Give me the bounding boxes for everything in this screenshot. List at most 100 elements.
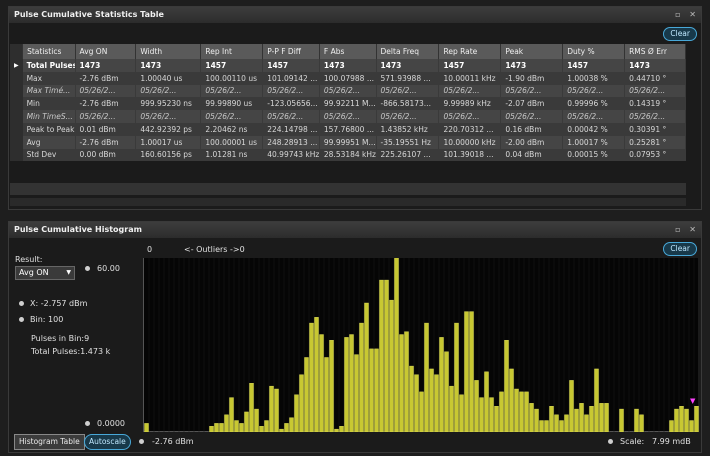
table-row[interactable]: Avg -2.76 dBm 1.00017 us 100.00001 us 248.28… xyxy=(10,135,686,149)
restore-icon[interactable]: ▫ xyxy=(675,225,680,234)
column-header[interactable]: RMS Ø Err xyxy=(624,44,686,59)
histogram-bar xyxy=(409,365,414,432)
table-cell: -2.07 dBm xyxy=(500,97,564,111)
histogram-bar xyxy=(304,357,309,432)
pulses-in-bin: Pulses in Bin:9 xyxy=(31,334,90,343)
table-cell: 05/26/2... xyxy=(624,110,686,123)
histogram-bar xyxy=(399,334,404,432)
table-cell: 0.04 dBm xyxy=(500,148,564,162)
table-cell: 05/26/2... xyxy=(135,110,202,123)
scale-handle-icon[interactable] xyxy=(608,439,613,444)
stats-clear-button[interactable]: Clear xyxy=(663,27,697,41)
table-row[interactable]: Peak to Peak 0.01 dBm 442.92392 ps 2.20462 … xyxy=(10,122,686,136)
table-cell: 1457 xyxy=(200,59,264,72)
table-cell: 05/26/2... xyxy=(200,84,264,98)
table-row[interactable]: ▶ Total Pulses 1473 1473 1457 1457 1473 1473 145… xyxy=(10,59,686,72)
histogram-bar xyxy=(274,388,279,432)
result-label: Result: xyxy=(15,255,43,264)
histogram-bar xyxy=(224,414,229,432)
y-min-handle-icon[interactable] xyxy=(85,421,90,426)
table-row[interactable]: Max -2.76 dBm 1.00040 us 100.00110 us 101.09… xyxy=(10,71,686,85)
column-header[interactable]: Rep Int xyxy=(200,44,264,59)
row-label: Std Dev xyxy=(22,148,76,162)
close-icon[interactable]: ✕ xyxy=(689,10,696,19)
y-max-handle-icon[interactable] xyxy=(85,266,90,271)
table-cell: -123.05656... xyxy=(262,97,320,111)
table-cell: 05/26/2... xyxy=(319,110,377,123)
column-header[interactable]: Rep Rate xyxy=(438,44,502,59)
histogram-bar xyxy=(599,403,604,432)
histogram-bar xyxy=(639,414,644,432)
table-row[interactable]: Min -2.76 dBm 999.95230 ns 99.99890 us -123.… xyxy=(10,97,686,111)
table-cell: 0.44710 ° xyxy=(624,71,686,85)
column-header[interactable]: P-P F Diff xyxy=(262,44,320,59)
horizontal-scrollbar[interactable] xyxy=(10,198,686,206)
histogram-bar xyxy=(354,354,359,432)
y-min-value: 0.0000 xyxy=(97,419,125,428)
column-header[interactable]: Width xyxy=(135,44,202,59)
histogram-bar xyxy=(604,403,609,432)
column-header[interactable]: Duty % xyxy=(562,44,626,59)
table-cell: 28.53184 kHz xyxy=(319,148,377,162)
table-cell: 1.00038 % xyxy=(562,71,626,85)
table-cell: 225.26107 ... xyxy=(376,148,440,162)
histogram-bar xyxy=(674,408,679,432)
table-cell: 100.07988 ... xyxy=(319,71,377,85)
table-row[interactable]: Min TimeS... 05/26/2... 05/26/2... 05/26/2.… xyxy=(10,110,686,123)
column-header[interactable]: F Abs xyxy=(319,44,377,59)
table-cell: 0.00015 % xyxy=(562,148,626,162)
table-cell: 0.00042 % xyxy=(562,122,626,136)
histogram-bar xyxy=(549,405,554,432)
table-cell: 0.99996 % xyxy=(562,97,626,111)
table-cell: 1457 xyxy=(262,59,320,72)
column-header[interactable]: Peak xyxy=(500,44,564,59)
row-indicator-icon xyxy=(10,71,23,85)
result-select[interactable]: Avg ON ▼ xyxy=(15,266,75,280)
histogram-table-button[interactable]: Histogram Table xyxy=(14,434,85,450)
table-cell: 05/26/2... xyxy=(262,110,320,123)
histogram-bar xyxy=(244,411,249,432)
table-cell: 0.07953 ° xyxy=(624,148,686,162)
scale-value: 7.99 mdB xyxy=(652,437,691,446)
histogram-bar xyxy=(374,348,379,432)
column-header[interactable]: Delta Freq xyxy=(376,44,440,59)
restore-icon[interactable]: ▫ xyxy=(675,10,680,19)
histogram-bar xyxy=(404,331,409,432)
histogram-bar xyxy=(434,374,439,432)
histogram-bar xyxy=(264,420,269,432)
histogram-bar xyxy=(344,337,349,432)
histogram-bar xyxy=(449,385,454,432)
histogram-bar xyxy=(379,279,384,432)
table-row[interactable]: Max Timé... 05/26/2... 05/26/2... 05/26/2..… xyxy=(10,84,686,98)
histogram-bar xyxy=(684,408,689,432)
close-icon[interactable]: ✕ xyxy=(689,225,696,234)
histogram-bar xyxy=(459,394,464,432)
table-cell: 1473 xyxy=(500,59,564,72)
autoscale-button[interactable]: Autoscale xyxy=(84,434,131,450)
table-cell: 05/26/2... xyxy=(438,84,502,98)
histogram-bar xyxy=(319,334,324,432)
histogram-bar xyxy=(669,420,674,432)
histogram-bar xyxy=(514,388,519,432)
histogram-clear-button[interactable]: Clear xyxy=(663,242,697,256)
column-header[interactable]: Statistics xyxy=(22,44,76,59)
table-cell: 05/26/2... xyxy=(500,84,564,98)
table-cell: 1473 xyxy=(135,59,202,72)
row-label: Total Pulses xyxy=(22,59,76,72)
x-start-handle-icon[interactable] xyxy=(139,439,144,444)
table-cell: 40.99743 kHz xyxy=(262,148,320,162)
table-cell: 0.00 dBm xyxy=(75,148,137,162)
column-header[interactable]: Avg ON xyxy=(75,44,137,59)
histogram-bar xyxy=(444,351,449,432)
table-cell: 571.93988 ... xyxy=(376,71,440,85)
table-cell: 10.00000 kHz xyxy=(438,135,502,149)
histogram-bar xyxy=(309,322,314,432)
table-cell: 05/26/2... xyxy=(562,84,626,98)
table-cell: -2.00 dBm xyxy=(500,135,564,149)
histogram-plot[interactable] xyxy=(143,258,699,432)
table-row[interactable]: Std Dev 0.00 dBm 160.60156 ps 1.01281 ns 40.… xyxy=(10,148,686,162)
table-cell: 05/26/2... xyxy=(376,84,440,98)
table-cell: 101.09142 ... xyxy=(262,71,320,85)
histogram-bar xyxy=(334,428,339,432)
table-cell: 0.30391 ° xyxy=(624,122,686,136)
